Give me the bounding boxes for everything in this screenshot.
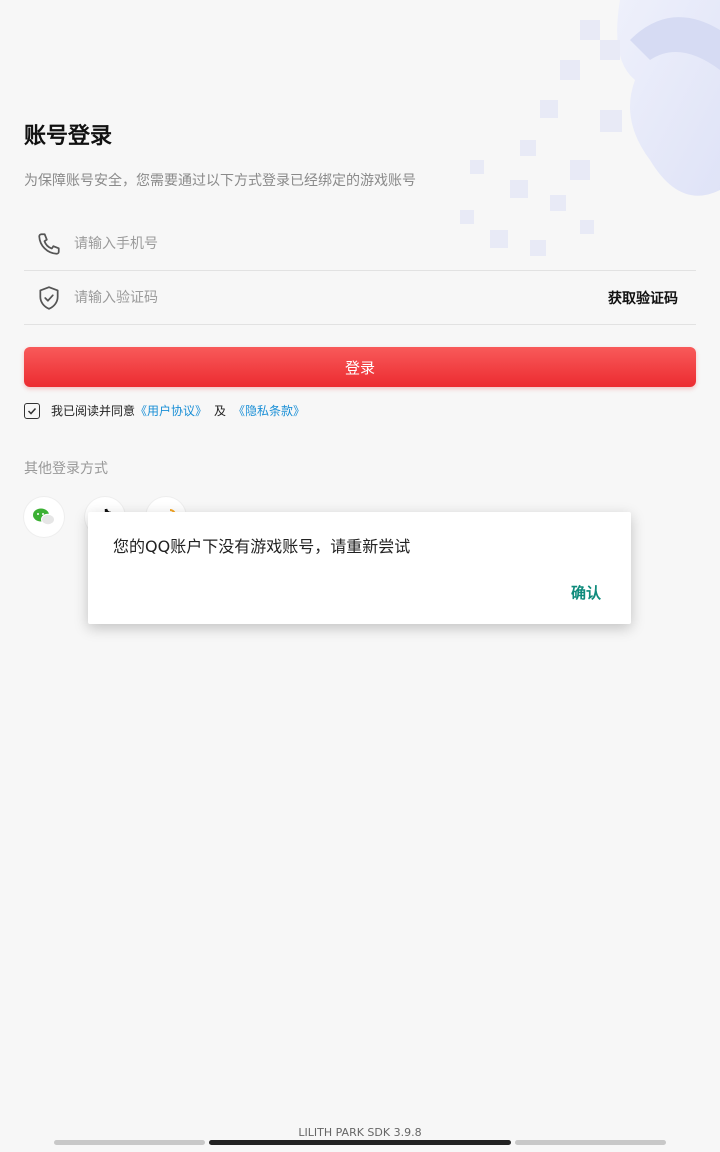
- check-icon: [27, 407, 37, 415]
- confirm-button[interactable]: 确认: [571, 582, 601, 603]
- shield-check-icon: [39, 286, 59, 310]
- code-field[interactable]: 获取验证码: [24, 272, 696, 325]
- phone-input[interactable]: [72, 235, 696, 253]
- get-code-button[interactable]: 获取验证码: [608, 288, 678, 308]
- error-dialog: 您的QQ账户下没有游戏账号，请重新尝试 确认: [88, 512, 631, 624]
- verification-code-input[interactable]: [72, 289, 608, 307]
- phone-field[interactable]: [24, 218, 696, 271]
- dialog-message: 您的QQ账户下没有游戏账号，请重新尝试: [113, 537, 411, 556]
- login-button[interactable]: 登录: [24, 347, 696, 387]
- home-indicator[interactable]: [209, 1140, 511, 1145]
- agreement-row: 我已阅读并同意 《用户协议》 及 《隐私条款》: [24, 402, 305, 419]
- agreement-checkbox[interactable]: [24, 402, 40, 419]
- other-login-label: 其他登录方式: [24, 461, 108, 477]
- page-subtitle: 为保障账号安全，您需要通过以下方式登录已经绑定的游戏账号: [24, 173, 416, 189]
- wechat-icon: [33, 508, 55, 526]
- agreement-and: 及: [214, 404, 227, 418]
- page-title: 账号登录: [24, 124, 113, 149]
- nav-bar-right: [515, 1140, 666, 1145]
- wechat-login-button[interactable]: [24, 497, 64, 537]
- user-agreement-link[interactable]: 《用户协议》: [135, 402, 207, 419]
- sdk-version: LILITH PARK SDK 3.9.8: [298, 1126, 422, 1139]
- nav-bar-left: [54, 1140, 205, 1145]
- agreement-prefix: 我已阅读并同意: [51, 404, 136, 418]
- privacy-policy-link[interactable]: 《隐私条款》: [233, 402, 305, 419]
- phone-icon: [38, 233, 60, 255]
